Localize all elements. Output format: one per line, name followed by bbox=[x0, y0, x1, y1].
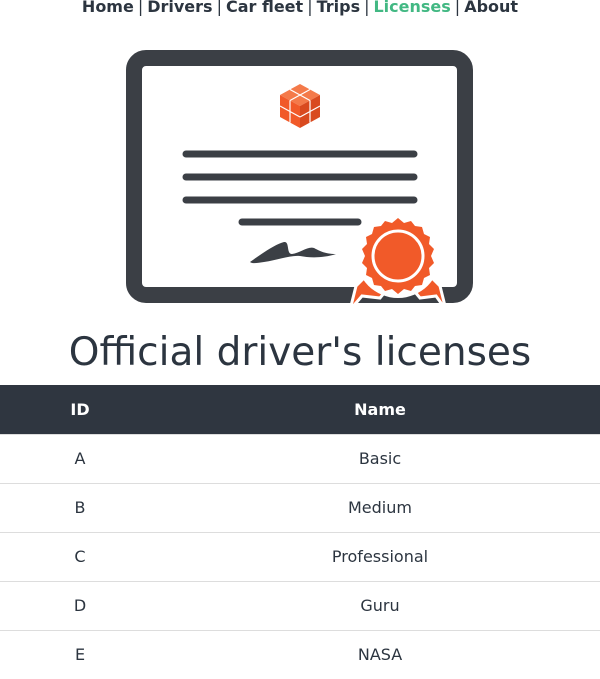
nav-link-drivers[interactable]: Drivers bbox=[147, 0, 212, 16]
nav-separator: | bbox=[307, 0, 313, 16]
table-row: D Guru bbox=[0, 580, 600, 630]
table-row: A Basic bbox=[0, 433, 600, 483]
certificate-icon bbox=[126, 50, 473, 311]
certificate-illustration bbox=[124, 48, 476, 330]
nav-separator: | bbox=[364, 0, 370, 16]
nav-link-home[interactable]: Home bbox=[82, 0, 134, 16]
cube-logo-icon bbox=[279, 84, 321, 128]
license-id-cell: D bbox=[0, 580, 160, 630]
table-row: B Medium bbox=[0, 482, 600, 532]
signature-icon bbox=[250, 241, 336, 264]
table-row: C Professional bbox=[0, 531, 600, 581]
license-id-cell: A bbox=[0, 433, 160, 483]
license-id-cell: E bbox=[0, 629, 160, 679]
nav-link-car-fleet[interactable]: Car fleet bbox=[226, 0, 303, 16]
column-header-name: Name bbox=[160, 385, 600, 434]
table-header-row: ID Name bbox=[0, 385, 600, 434]
nav-separator: | bbox=[137, 0, 144, 16]
license-name-cell: Basic bbox=[160, 433, 600, 483]
licenses-table: ID Name A Basic B Medium C Professional … bbox=[0, 385, 600, 679]
license-name-cell: Guru bbox=[160, 580, 600, 630]
column-header-id: ID bbox=[0, 385, 160, 434]
top-nav: Home | Drivers | Car fleet | Trips | Licenses | Ab… bbox=[0, 0, 600, 18]
table-row: E NASA bbox=[0, 629, 600, 679]
seal-badge-icon bbox=[356, 214, 440, 298]
license-id-cell: C bbox=[0, 531, 160, 581]
nav-separator: | bbox=[216, 0, 222, 16]
license-name-cell: Professional bbox=[160, 531, 600, 581]
license-name-cell: Medium bbox=[160, 482, 600, 532]
certificate-text-lines bbox=[182, 150, 418, 226]
license-id-cell: B bbox=[0, 482, 160, 532]
nav-link-licenses[interactable]: Licenses bbox=[373, 0, 450, 16]
license-name-cell: NASA bbox=[160, 629, 600, 679]
nav-link-about[interactable]: About bbox=[464, 0, 518, 16]
page-title: Official driver's licenses bbox=[68, 330, 532, 375]
nav-separator: | bbox=[454, 0, 461, 16]
nav-link-trips[interactable]: Trips bbox=[317, 0, 361, 16]
